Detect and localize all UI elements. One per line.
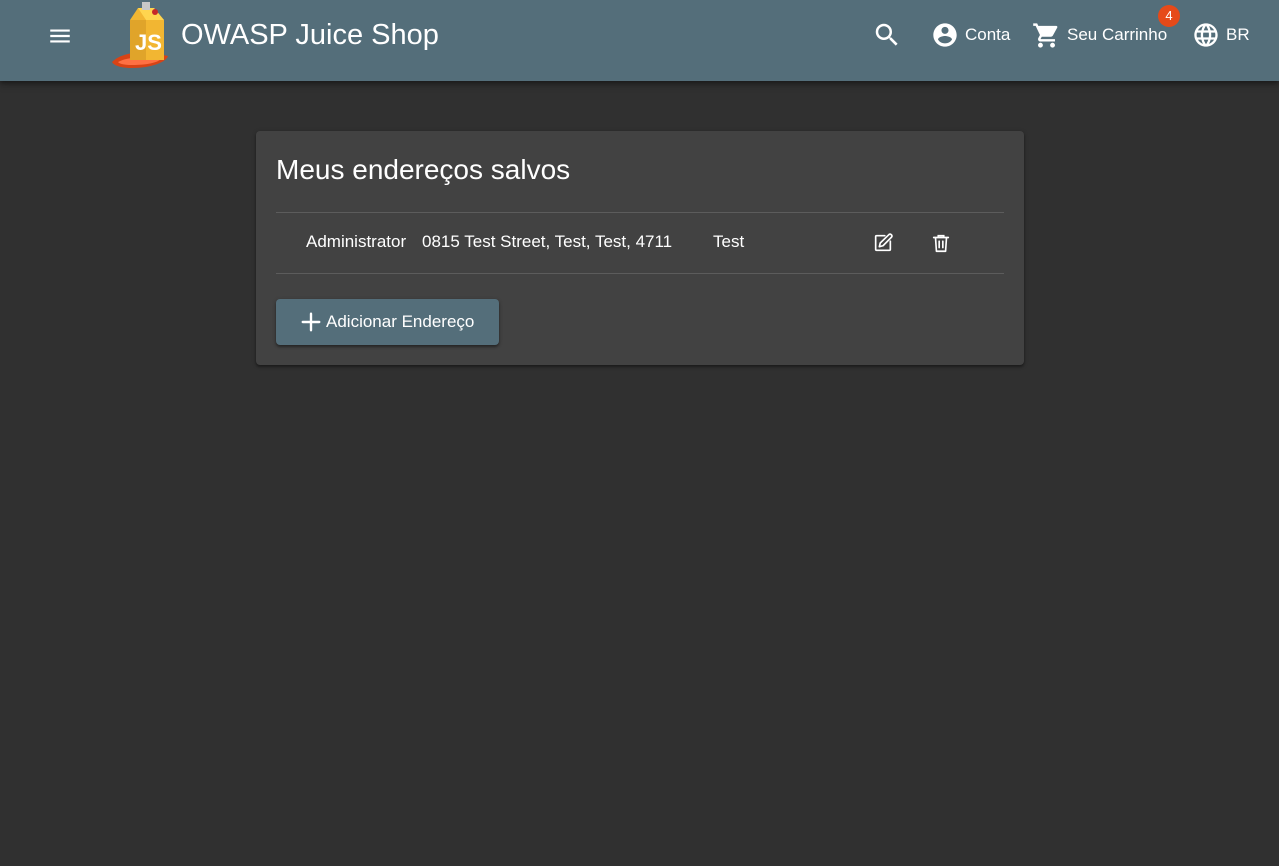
saved-addresses-card: Meus endereços salvos Administrator 0815… — [256, 131, 1024, 365]
language-button[interactable]: BR — [1192, 18, 1250, 52]
globe-icon — [1194, 23, 1218, 47]
language-label: BR — [1226, 25, 1250, 44]
table-bottom-divider — [276, 273, 1004, 274]
delete-address-button[interactable] — [929, 231, 953, 255]
cart-label: Seu Carrinho — [1067, 25, 1168, 44]
search-button[interactable] — [872, 18, 902, 52]
page-title: Meus endereços salvos — [276, 154, 571, 185]
search-icon — [875, 23, 898, 46]
trash-icon — [932, 234, 950, 253]
menu-icon — [50, 29, 70, 43]
table-row: Administrator 0815 Test Street, Test, Te… — [276, 213, 1004, 273]
add-address-label: Adicionar Endereço — [326, 312, 475, 331]
plus-icon — [301, 312, 321, 332]
edit-icon — [874, 233, 893, 252]
address-country: Test — [713, 232, 745, 251]
juice-shop-logo[interactable]: JS — [108, 0, 174, 72]
address-name: Administrator — [306, 232, 407, 251]
edit-address-button[interactable] — [871, 231, 895, 255]
menu-button[interactable] — [40, 16, 80, 56]
app-title[interactable]: OWASP Juice Shop — [181, 18, 439, 52]
cart-button[interactable]: Seu Carrinho — [1032, 18, 1167, 52]
cart-count-badge: 4 — [1158, 5, 1180, 27]
address-text: 0815 Test Street, Test, Test, 4711 — [422, 232, 673, 251]
shopping-cart-icon — [1033, 22, 1058, 48]
account-label: Conta — [965, 25, 1011, 44]
add-address-button[interactable]: Adicionar Endereço — [276, 299, 499, 345]
account-button[interactable]: Conta — [931, 18, 1010, 52]
account-circle-icon — [933, 23, 957, 47]
svg-text:JS: JS — [135, 30, 162, 55]
top-toolbar: JS OWASP Juice Shop Conta Seu Carrinho 4… — [0, 0, 1279, 81]
